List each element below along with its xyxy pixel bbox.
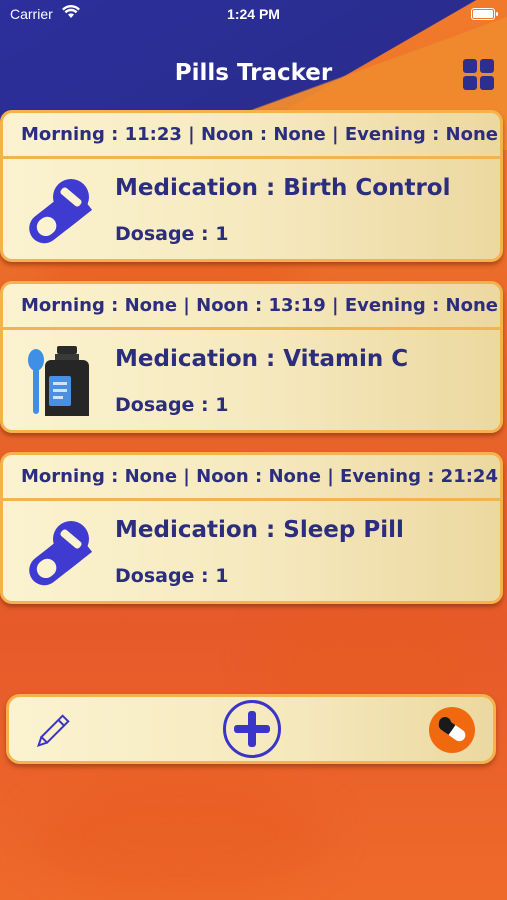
add-medication-button[interactable] bbox=[223, 700, 281, 758]
medication-name: Medication : Birth Control bbox=[115, 175, 451, 201]
bottom-toolbar bbox=[6, 694, 496, 764]
medication-card[interactable]: Morning : 11:23 | Noon : None | Evening … bbox=[0, 110, 503, 262]
medication-name: Medication : Vitamin C bbox=[115, 346, 409, 372]
grid-menu-button[interactable] bbox=[463, 59, 495, 91]
medication-name: Medication : Sleep Pill bbox=[115, 517, 404, 543]
medication-schedule: Morning : None | Noon : None | Evening :… bbox=[3, 455, 500, 501]
medication-schedule: Morning : None | Noon : 13:19 | Evening … bbox=[3, 284, 500, 330]
medication-dosage: Dosage : 1 bbox=[115, 223, 229, 245]
background-texture bbox=[30, 780, 330, 890]
battery-icon bbox=[471, 8, 498, 20]
syrup-bottle-icon bbox=[28, 346, 89, 416]
medication-dosage: Dosage : 1 bbox=[115, 565, 229, 587]
medication-schedule: Morning : 11:23 | Noon : None | Evening … bbox=[3, 113, 500, 159]
clock: 1:24 PM bbox=[227, 6, 280, 22]
medication-dosage: Dosage : 1 bbox=[115, 394, 229, 416]
status-bar: Carrier 1:24 PM bbox=[0, 0, 507, 28]
pill-capsule-icon bbox=[29, 179, 93, 244]
pill-capsule-icon bbox=[29, 521, 93, 586]
medication-card[interactable]: Morning : None | Noon : None | Evening :… bbox=[0, 452, 503, 604]
pencil-icon[interactable] bbox=[31, 711, 73, 753]
pills-icon bbox=[438, 717, 466, 742]
pills-button[interactable] bbox=[429, 707, 475, 753]
medication-card[interactable]: Morning : None | Noon : 13:19 | Evening … bbox=[0, 281, 503, 433]
page-title: Pills Tracker bbox=[174, 60, 333, 86]
grid-icon bbox=[463, 59, 477, 73]
